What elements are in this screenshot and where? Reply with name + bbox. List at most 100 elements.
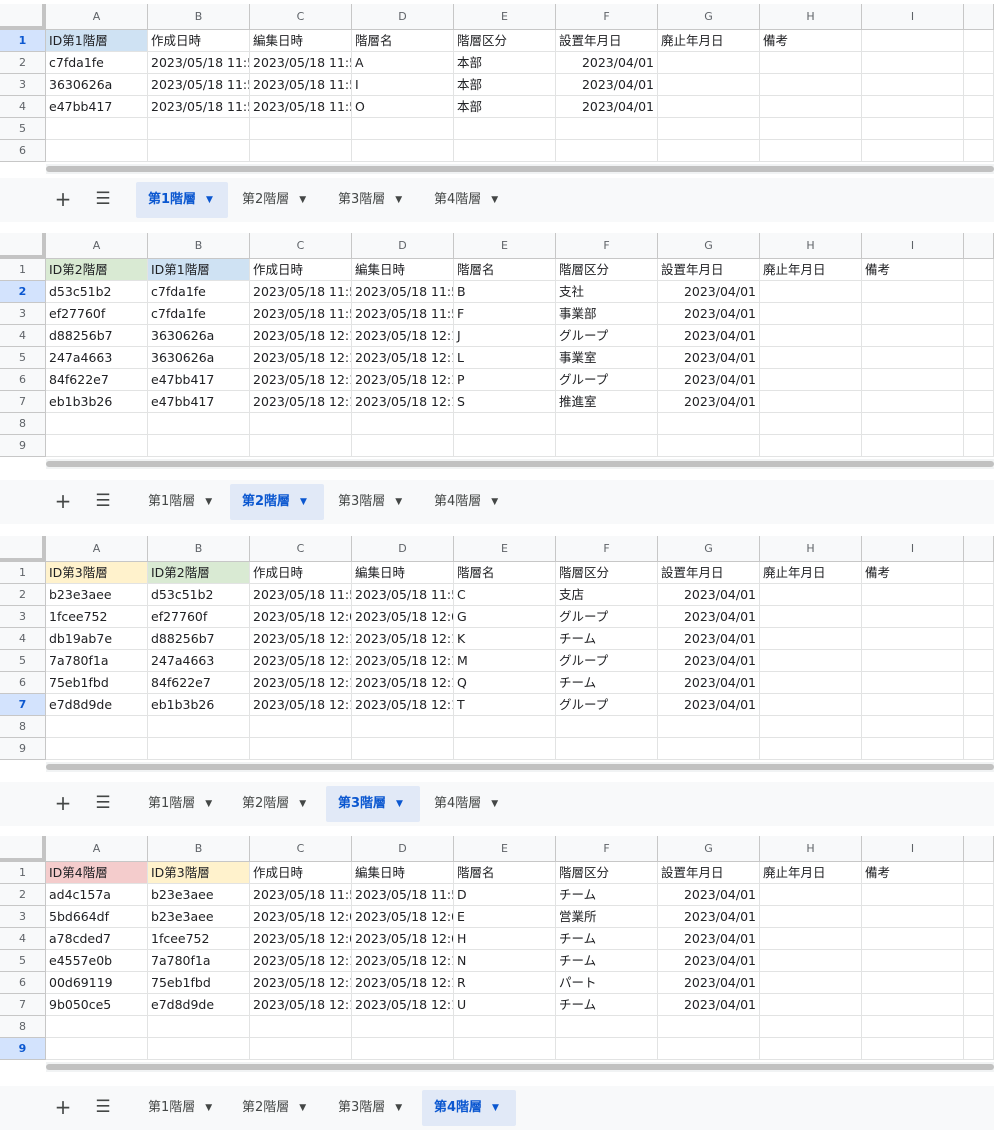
cell[interactable]: db19ab7e [46, 628, 148, 650]
cell[interactable]: 2023/05/18 12:1 [352, 369, 454, 391]
cell[interactable]: e47bb417 [148, 391, 250, 413]
row-header-3[interactable]: 3 [0, 74, 46, 96]
row-header-4[interactable]: 4 [0, 96, 46, 118]
cell[interactable]: チーム [556, 884, 658, 906]
cell[interactable]: 2023/05/18 11:59 [352, 584, 454, 606]
cell[interactable] [352, 716, 454, 738]
cell[interactable]: H [454, 928, 556, 950]
cell[interactable]: 2023/05/18 12:1 [352, 650, 454, 672]
cell[interactable]: U [454, 994, 556, 1016]
cell[interactable]: チーム [556, 994, 658, 1016]
cell[interactable]: e7d8d9de [46, 694, 148, 716]
cell[interactable]: c7fda1fe [148, 303, 250, 325]
chevron-down-icon[interactable]: ▼ [299, 786, 306, 822]
header-cell[interactable]: 編集日時 [352, 259, 454, 281]
sheet-tab-4[interactable]: 第4階層 ▼ [422, 1090, 516, 1126]
cell[interactable]: ef27760f [148, 606, 250, 628]
cell[interactable] [862, 716, 964, 738]
cell[interactable] [454, 140, 556, 162]
row-header-9[interactable]: 9 [0, 1038, 46, 1060]
cell[interactable]: 84f622e7 [148, 672, 250, 694]
cell[interactable]: 2023/04/01 [658, 391, 760, 413]
cell[interactable]: 75eb1fbd [148, 972, 250, 994]
cell[interactable]: C [454, 584, 556, 606]
cell[interactable] [760, 628, 862, 650]
cell[interactable] [658, 413, 760, 435]
cell[interactable]: グループ [556, 325, 658, 347]
cell[interactable] [862, 118, 964, 140]
cell[interactable]: パート [556, 972, 658, 994]
header-cell[interactable]: ID第1階層 [148, 259, 250, 281]
cell[interactable] [250, 1038, 352, 1060]
cell[interactable]: 2023/05/18 12:1 [352, 994, 454, 1016]
all-sheets-menu-lines-icon[interactable]: ☰ [89, 789, 117, 817]
cell[interactable]: 2023/04/01 [658, 650, 760, 672]
header-cell[interactable]: ID第3階層 [148, 862, 250, 884]
select-all-corner[interactable] [0, 4, 46, 30]
cell[interactable]: R [454, 972, 556, 994]
cell[interactable] [760, 281, 862, 303]
cell[interactable]: 2023/05/18 12:1 [250, 694, 352, 716]
chevron-down-icon[interactable]: ▼ [492, 1090, 499, 1126]
cell[interactable]: 2023/05/18 12:0 [352, 906, 454, 928]
cell[interactable] [250, 716, 352, 738]
cell[interactable]: 3630626a [148, 347, 250, 369]
header-cell[interactable]: 廃止年月日 [760, 562, 862, 584]
cell[interactable]: 2023/05/18 12:1 [352, 694, 454, 716]
cell[interactable] [964, 52, 994, 74]
row-header-6[interactable]: 6 [0, 369, 46, 391]
cell[interactable] [964, 303, 994, 325]
header-cell[interactable]: 階層名 [454, 862, 556, 884]
cell[interactable]: 2023/05/18 11:54 [148, 52, 250, 74]
cell[interactable] [760, 906, 862, 928]
column-header-g[interactable]: G [658, 536, 760, 562]
column-header-g[interactable]: G [658, 233, 760, 259]
header-cell[interactable]: 備考 [862, 862, 964, 884]
chevron-down-icon[interactable]: ▼ [205, 484, 212, 520]
cell[interactable]: 2023/04/01 [658, 994, 760, 1016]
sheet-tab-1[interactable]: 第1階層 ▼ [136, 182, 228, 218]
cell[interactable]: 2023/05/18 12:1 [250, 972, 352, 994]
chevron-down-icon[interactable]: ▼ [395, 484, 402, 520]
cell[interactable]: e47bb417 [148, 369, 250, 391]
cell[interactable] [454, 435, 556, 457]
cell[interactable]: e47bb417 [46, 96, 148, 118]
cell[interactable] [250, 413, 352, 435]
column-header-d[interactable]: D [352, 536, 454, 562]
cell[interactable] [352, 1016, 454, 1038]
chevron-down-icon[interactable]: ▼ [491, 786, 498, 822]
cell[interactable] [862, 738, 964, 760]
cell[interactable]: 2023/05/18 12:1 [250, 950, 352, 972]
cell[interactable] [964, 259, 994, 281]
header-cell[interactable]: 備考 [862, 562, 964, 584]
cell[interactable]: 2023/04/01 [658, 303, 760, 325]
add-sheet-plus-icon[interactable]: + [49, 1093, 77, 1121]
column-header-b[interactable]: B [148, 836, 250, 862]
cell[interactable] [760, 950, 862, 972]
cell[interactable]: 2023/05/18 12:0 [250, 906, 352, 928]
cell[interactable] [964, 96, 994, 118]
cell[interactable] [46, 140, 148, 162]
header-cell[interactable]: 設置年月日 [658, 562, 760, 584]
cell[interactable]: d88256b7 [46, 325, 148, 347]
sheet-tab-3[interactable]: 第3階層 ▼ [326, 182, 420, 218]
header-cell[interactable]: 廃止年月日 [760, 862, 862, 884]
cell[interactable] [862, 325, 964, 347]
cell[interactable] [862, 281, 964, 303]
cell[interactable]: 事業室 [556, 347, 658, 369]
cell[interactable]: L [454, 347, 556, 369]
row-header-7[interactable]: 7 [0, 694, 46, 716]
cell[interactable]: O [352, 96, 454, 118]
cell[interactable] [352, 413, 454, 435]
select-all-corner[interactable] [0, 536, 46, 562]
cell[interactable]: 2023/04/01 [658, 672, 760, 694]
cell[interactable]: 9b050ce5 [46, 994, 148, 1016]
all-sheets-menu-lines-icon[interactable]: ☰ [89, 1093, 117, 1121]
cell[interactable] [964, 606, 994, 628]
header-cell[interactable]: ID第3階層 [46, 562, 148, 584]
cell[interactable]: 2023/05/18 12:1 [250, 650, 352, 672]
header-cell[interactable]: 設置年月日 [556, 30, 658, 52]
cell[interactable] [862, 950, 964, 972]
cell[interactable] [964, 950, 994, 972]
cell[interactable]: 推進室 [556, 391, 658, 413]
